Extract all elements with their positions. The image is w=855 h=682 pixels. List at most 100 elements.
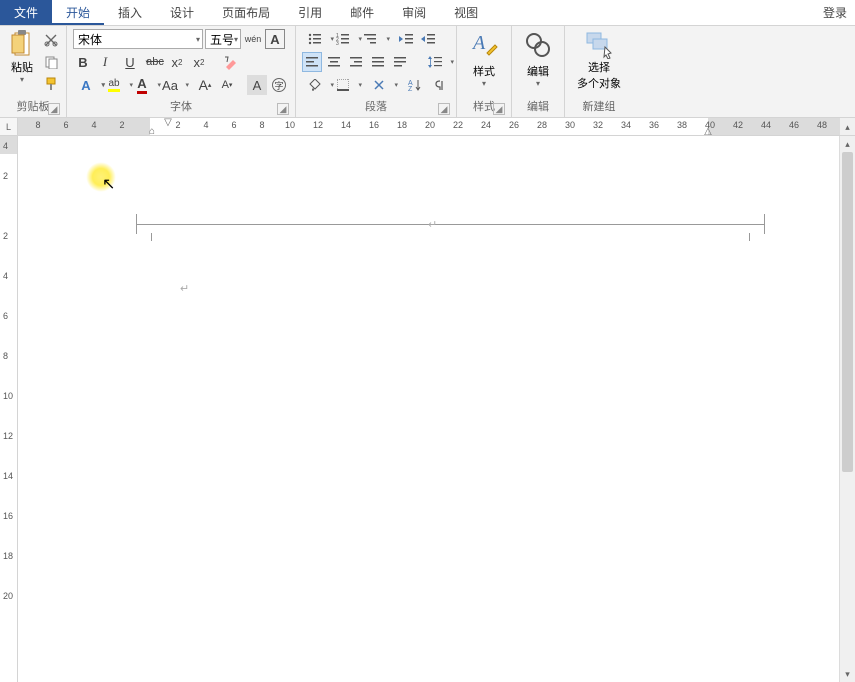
tab-references[interactable]: 引用 — [284, 0, 336, 25]
font-color-button[interactable]: A▾ — [129, 75, 155, 95]
tab-review[interactable]: 审阅 — [388, 0, 440, 25]
clear-format-icon[interactable] — [221, 52, 241, 72]
find-icon[interactable] — [524, 29, 552, 63]
text-effects-button[interactable]: A▾ — [73, 75, 99, 95]
shrink-font-button[interactable]: A▾ — [217, 75, 237, 95]
hanging-indent-icon[interactable]: ⌂ — [149, 126, 155, 135]
align-left-button[interactable] — [302, 52, 322, 72]
format-painter-icon[interactable] — [42, 75, 60, 93]
decrease-indent-button[interactable] — [396, 29, 416, 49]
page-margin-marker — [764, 214, 765, 234]
line-spacing-button[interactable]: ▾ — [422, 52, 448, 72]
ruler-tick: 6 — [231, 120, 236, 130]
tab-layout[interactable]: 页面布局 — [208, 0, 284, 25]
tab-home[interactable]: 开始 — [52, 0, 104, 25]
char-shading-button[interactable]: A — [247, 75, 267, 95]
underline-button[interactable]: U▾ — [117, 52, 143, 72]
bold-button[interactable]: B — [73, 52, 93, 72]
newgroup-label: 新建组 — [583, 101, 616, 113]
document-canvas[interactable]: ↖ ↵ ↵ — [18, 136, 855, 682]
copy-icon[interactable] — [42, 53, 60, 71]
scroll-thumb[interactable] — [842, 152, 853, 472]
ruler-tick: 44 — [761, 120, 771, 130]
tab-design[interactable]: 设计 — [156, 0, 208, 25]
change-case-button[interactable]: Aa▾ — [157, 75, 183, 95]
italic-button[interactable]: I — [95, 52, 115, 72]
subscript-button[interactable]: x2 — [167, 52, 187, 72]
paragraph-mark-icon: ↵ — [428, 218, 437, 231]
tab-view[interactable]: 视图 — [440, 0, 492, 25]
font-name-combo[interactable]: 宋体▾ — [73, 29, 203, 49]
group-edit: 编辑 ▾ 编辑 — [512, 26, 565, 117]
menu-bar: 文件 开始 插入 设计 页面布局 引用 邮件 审阅 视图 登录 — [0, 0, 855, 26]
styles-label-btn[interactable]: 样式 — [473, 63, 495, 79]
multilevel-button[interactable]: ▾ — [358, 29, 384, 49]
styles-icon[interactable]: A — [469, 29, 499, 63]
group-paragraph: ▾ 123▾ ▾ ▾ ▾ ▾ — [296, 26, 457, 117]
highlight-button[interactable]: ab▾ — [101, 75, 127, 95]
group-clipboard: 粘贴 ▾ 剪贴板◢ — [0, 26, 67, 117]
strikethrough-button[interactable]: abc — [145, 52, 165, 72]
char-border-icon[interactable]: A — [265, 29, 285, 49]
shading-button[interactable]: ▾ — [302, 75, 328, 95]
align-right-button[interactable] — [346, 52, 366, 72]
ruler-tick: 8 — [3, 351, 8, 361]
styles-dropdown-icon[interactable]: ▾ — [482, 79, 486, 88]
justify-button[interactable] — [368, 52, 388, 72]
tab-file[interactable]: 文件 — [0, 0, 52, 25]
login-link[interactable]: 登录 — [815, 0, 855, 25]
scroll-up-icon[interactable]: ▴ — [840, 136, 855, 152]
select-line1[interactable]: 选择 — [588, 59, 610, 75]
bullets-button[interactable]: ▾ — [302, 29, 328, 49]
ruler-tick: 34 — [621, 120, 631, 130]
asian-layout-button[interactable]: ▾ — [366, 75, 392, 95]
page-margin-marker — [151, 233, 152, 241]
scroll-down-icon[interactable]: ▾ — [840, 666, 855, 682]
distribute-button[interactable] — [390, 52, 410, 72]
ruler-toggle-icon[interactable]: ▴ — [839, 118, 855, 135]
font-size-combo[interactable]: 五号▾ — [205, 29, 241, 49]
tab-mail[interactable]: 邮件 — [336, 0, 388, 25]
clipboard-launcher-icon[interactable]: ◢ — [48, 103, 60, 115]
phonetic-guide-icon[interactable]: wén — [243, 29, 263, 49]
svg-text:Z: Z — [408, 86, 413, 91]
vertical-ruler[interactable]: 422468101214161820 — [0, 136, 18, 682]
ruler-corner[interactable]: L — [0, 118, 18, 135]
styles-launcher-icon[interactable]: ◢ — [493, 103, 505, 115]
borders-button[interactable]: ▾ — [330, 75, 356, 95]
group-styles: A 样式 ▾ 样式◢ — [457, 26, 512, 117]
ruler-tick: 14 — [3, 471, 13, 481]
ruler-tick: 4 — [91, 120, 96, 130]
ruler-tick: 2 — [119, 120, 124, 130]
ruler-tick: 30 — [565, 120, 575, 130]
first-line-indent-icon[interactable]: ▽ — [164, 118, 172, 128]
paste-label[interactable]: 粘贴 — [11, 59, 33, 75]
svg-text:3: 3 — [336, 41, 339, 45]
horizontal-ruler[interactable]: ▽ ⌂ △ 8642246810121416182022242628303234… — [18, 118, 839, 135]
grow-font-button[interactable]: A▴ — [195, 75, 215, 95]
sort-button[interactable]: AZ — [402, 75, 428, 95]
ruler-tick: 12 — [313, 120, 323, 130]
edit-dropdown-icon[interactable]: ▾ — [536, 79, 540, 88]
cursor-highlight — [86, 162, 116, 192]
enclose-char-button[interactable]: 字 — [269, 75, 289, 95]
cut-icon[interactable] — [42, 31, 60, 49]
page-margin-line — [136, 224, 765, 225]
paste-dropdown-icon[interactable]: ▾ — [20, 75, 24, 84]
font-launcher-icon[interactable]: ◢ — [277, 103, 289, 115]
increase-indent-button[interactable] — [418, 29, 438, 49]
paste-icon[interactable] — [8, 29, 36, 59]
vertical-scrollbar[interactable]: ▴ ▾ — [839, 136, 855, 682]
select-objects-icon[interactable] — [583, 29, 615, 59]
superscript-button[interactable]: x2 — [189, 52, 209, 72]
ruler-tick: 20 — [425, 120, 435, 130]
select-line2[interactable]: 多个对象 — [577, 75, 621, 91]
ruler-tick: 8 — [259, 120, 264, 130]
paragraph-launcher-icon[interactable]: ◢ — [438, 103, 450, 115]
tab-insert[interactable]: 插入 — [104, 0, 156, 25]
align-center-button[interactable] — [324, 52, 344, 72]
show-marks-button[interactable] — [430, 75, 450, 95]
numbering-button[interactable]: 123▾ — [330, 29, 356, 49]
edit-label-btn[interactable]: 编辑 — [527, 63, 549, 79]
group-new: 选择 多个对象 新建组 — [565, 26, 633, 117]
